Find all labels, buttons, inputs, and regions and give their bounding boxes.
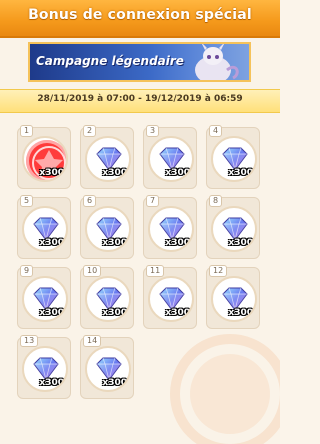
reward-bubble: x300 (85, 206, 131, 252)
reward-quantity: x300 (39, 308, 64, 318)
reward-bubble: x300 (22, 276, 68, 322)
reward-tile-day-3[interactable]: 3 x300 (143, 125, 197, 189)
reward-quantity: x300 (102, 168, 127, 178)
reward-bubble: x300 (22, 206, 68, 252)
reward-quantity: x300 (165, 238, 190, 248)
day-number: 6 (83, 195, 97, 207)
reward-tile-day-2[interactable]: 2 x300 (80, 125, 134, 189)
reward-quantity: x300 (228, 308, 253, 318)
reward-bubble: x300 (22, 346, 68, 392)
reward-bubble: x300 (211, 276, 257, 322)
reward-quantity: x300 (102, 378, 127, 388)
day-number: 10 (83, 265, 102, 277)
reward-quantity: x300 (165, 168, 190, 178)
reward-tile-day-10[interactable]: 10 x300 (80, 265, 134, 329)
reward-tile-day-7[interactable]: 7 x300 (143, 195, 197, 259)
reward-bubble: x300 (85, 346, 131, 392)
reward-bubble: x300 (148, 136, 194, 182)
reward-tile-day-1[interactable]: 1 x300 (17, 125, 71, 189)
reward-quantity: x300 (228, 238, 253, 248)
reward-tile-day-11[interactable]: 11 x300 (143, 265, 197, 329)
reward-bubble: x300 (211, 136, 257, 182)
day-number: 12 (209, 265, 228, 277)
reward-tile-day-8[interactable]: 8 x300 (206, 195, 260, 259)
reward-tile-day-5[interactable]: 5 x300 (17, 195, 71, 259)
reward-grid: 1 x300 2 x300 3 x300 4 x300 5 x300 6 x300 7 x300 8 x300… (0, 0, 280, 444)
reward-bubble: x300 (85, 276, 131, 322)
reward-tile-day-9[interactable]: 9 x300 (17, 265, 71, 329)
reward-quantity: x300 (39, 238, 64, 248)
reward-bubble: x300 (211, 206, 257, 252)
reward-quantity: x300 (39, 378, 64, 388)
reward-bubble: x300 (85, 136, 131, 182)
day-number: 11 (146, 265, 165, 277)
reward-quantity: x300 (102, 308, 127, 318)
day-number: 1 (20, 125, 34, 137)
login-bonus-screen: Bonus de connexion spécial Campagne lége… (0, 0, 280, 444)
reward-quantity: x300 (165, 308, 190, 318)
day-number: 14 (83, 335, 102, 347)
reward-bubble: x300 (22, 136, 68, 182)
day-number: 5 (20, 195, 34, 207)
reward-tile-day-12[interactable]: 12 x300 (206, 265, 260, 329)
day-number: 4 (209, 125, 223, 137)
reward-tile-day-13[interactable]: 13 x300 (17, 335, 71, 399)
reward-tile-day-6[interactable]: 6 x300 (80, 195, 134, 259)
reward-tile-day-4[interactable]: 4 x300 (206, 125, 260, 189)
reward-tile-day-14[interactable]: 14 x300 (80, 335, 134, 399)
reward-bubble: x300 (148, 276, 194, 322)
day-number: 8 (209, 195, 223, 207)
day-number: 3 (146, 125, 160, 137)
reward-bubble: x300 (148, 206, 194, 252)
reward-quantity: x300 (228, 168, 253, 178)
day-number: 2 (83, 125, 97, 137)
day-number: 7 (146, 195, 160, 207)
reward-quantity: x300 (102, 238, 127, 248)
reward-quantity: x300 (39, 168, 64, 178)
day-number: 13 (20, 335, 39, 347)
day-number: 9 (20, 265, 34, 277)
